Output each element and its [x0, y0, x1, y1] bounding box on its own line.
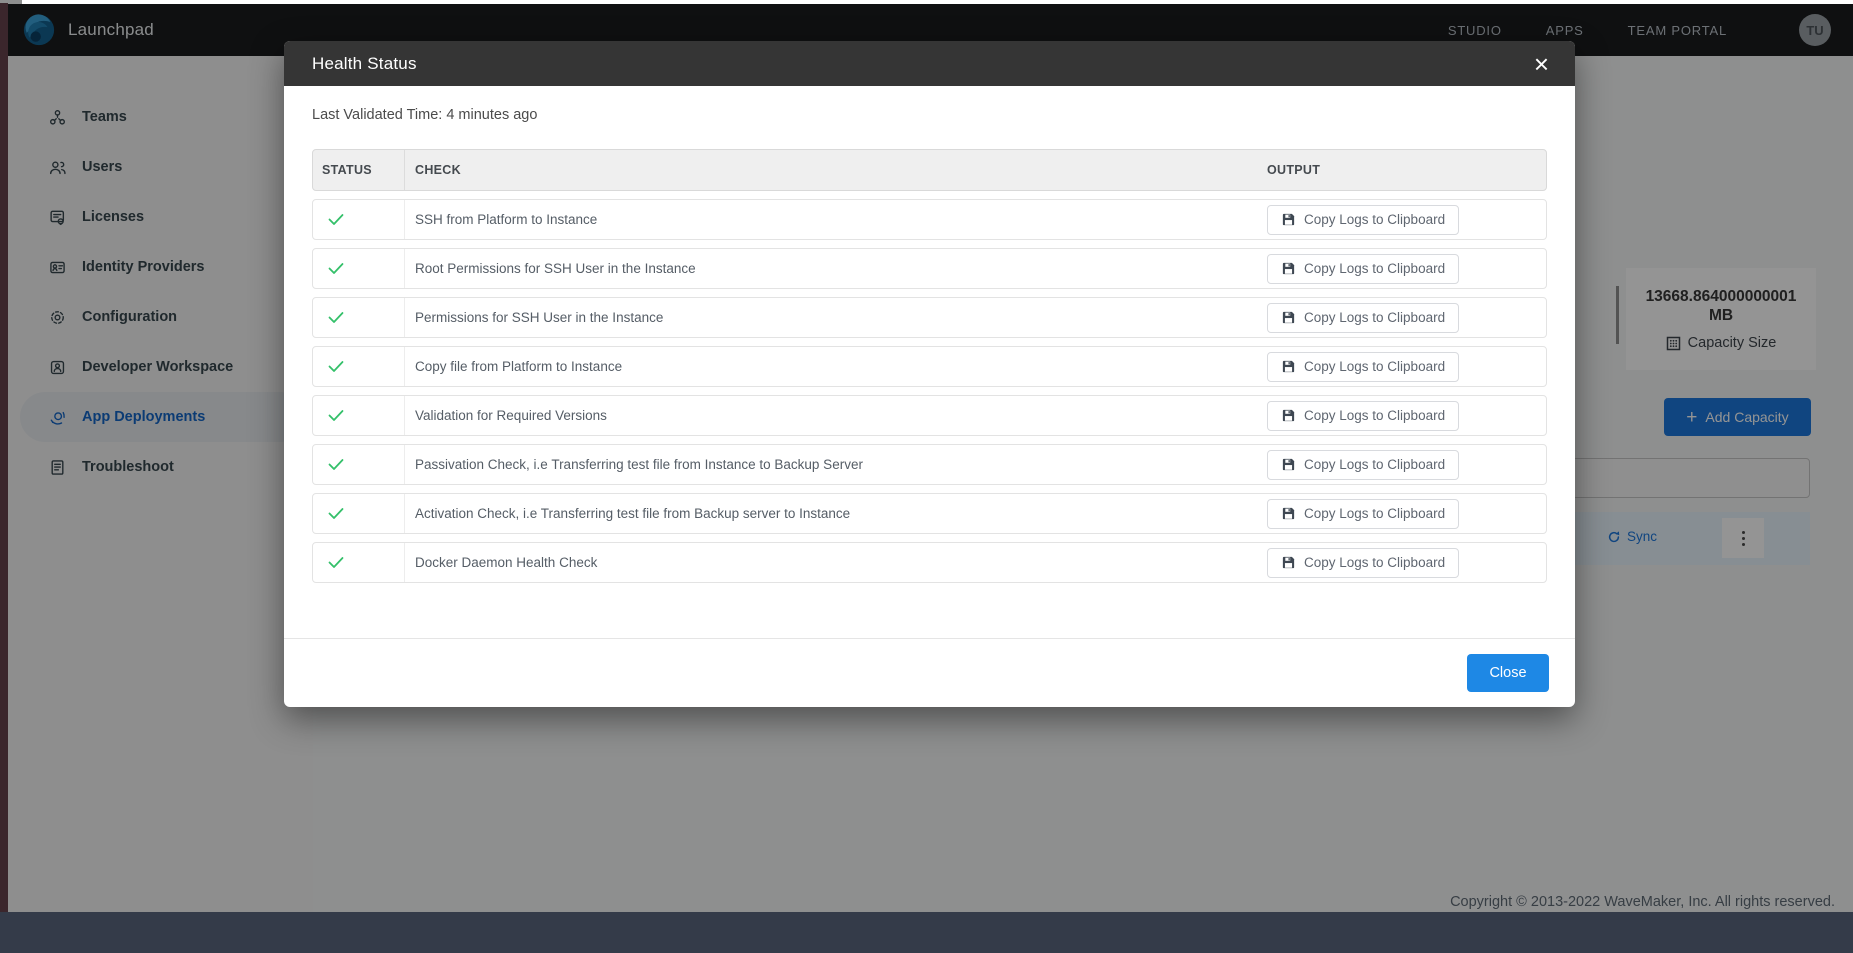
- header-check: CHECK: [405, 150, 1267, 190]
- health-table: STATUS CHECK OUTPUT SSH from Platform to…: [312, 149, 1547, 583]
- copy-logs-button[interactable]: Copy Logs to Clipboard: [1267, 548, 1459, 578]
- health-check-row: SSH from Platform to Instance Copy Logs …: [312, 199, 1547, 240]
- output-cell: Copy Logs to Clipboard: [1267, 494, 1546, 533]
- status-cell: [313, 347, 405, 386]
- check-icon: [328, 262, 344, 275]
- save-icon: [1281, 212, 1296, 227]
- save-icon: [1281, 408, 1296, 423]
- modal-title: Health Status: [312, 54, 417, 74]
- health-check-row: Passivation Check, i.e Transferring test…: [312, 444, 1547, 485]
- save-icon: [1281, 506, 1296, 521]
- last-validated-time: Last Validated Time: 4 minutes ago: [312, 107, 1547, 123]
- check-label: Passivation Check, i.e Transferring test…: [405, 445, 1267, 484]
- copy-logs-button[interactable]: Copy Logs to Clipboard: [1267, 499, 1459, 529]
- health-check-row: Copy file from Platform to Instance Copy…: [312, 346, 1547, 387]
- check-label: Permissions for SSH User in the Instance: [405, 298, 1267, 337]
- health-table-body: SSH from Platform to Instance Copy Logs …: [312, 199, 1547, 583]
- output-cell: Copy Logs to Clipboard: [1267, 298, 1546, 337]
- save-icon: [1281, 457, 1296, 472]
- output-cell: Copy Logs to Clipboard: [1267, 347, 1546, 386]
- health-check-row: Permissions for SSH User in the Instance…: [312, 297, 1547, 338]
- copy-logs-button[interactable]: Copy Logs to Clipboard: [1267, 401, 1459, 431]
- save-icon: [1281, 555, 1296, 570]
- copy-logs-button[interactable]: Copy Logs to Clipboard: [1267, 352, 1459, 382]
- check-icon: [328, 458, 344, 471]
- health-check-row: Activation Check, i.e Transferring test …: [312, 493, 1547, 534]
- status-cell: [313, 298, 405, 337]
- modal-footer: Close: [284, 638, 1575, 707]
- save-icon: [1281, 359, 1296, 374]
- left-edge-strip: [0, 3, 8, 912]
- check-icon: [328, 311, 344, 324]
- copy-logs-button[interactable]: Copy Logs to Clipboard: [1267, 450, 1459, 480]
- top-edge-strip: [22, 0, 1853, 4]
- check-icon: [328, 507, 344, 520]
- header-status: STATUS: [313, 150, 405, 190]
- copy-logs-button[interactable]: Copy Logs to Clipboard: [1267, 205, 1459, 235]
- close-button[interactable]: Close: [1467, 654, 1549, 692]
- save-icon: [1281, 310, 1296, 325]
- check-icon: [328, 360, 344, 373]
- modal-header: Health Status ×: [284, 41, 1575, 86]
- status-cell: [313, 249, 405, 288]
- health-check-row: Docker Daemon Health Check Copy Logs to …: [312, 542, 1547, 583]
- check-label: Root Permissions for SSH User in the Ins…: [405, 249, 1267, 288]
- health-table-header: STATUS CHECK OUTPUT: [312, 149, 1547, 191]
- check-label: Copy file from Platform to Instance: [405, 347, 1267, 386]
- health-status-modal: Health Status × Last Validated Time: 4 m…: [284, 41, 1575, 707]
- health-check-row: Root Permissions for SSH User in the Ins…: [312, 248, 1547, 289]
- output-cell: Copy Logs to Clipboard: [1267, 396, 1546, 435]
- check-label: Docker Daemon Health Check: [405, 543, 1267, 582]
- close-icon[interactable]: ×: [1534, 51, 1549, 77]
- check-label: SSH from Platform to Instance: [405, 200, 1267, 239]
- status-cell: [313, 445, 405, 484]
- status-cell: [313, 200, 405, 239]
- check-label: Validation for Required Versions: [405, 396, 1267, 435]
- status-cell: [313, 543, 405, 582]
- output-cell: Copy Logs to Clipboard: [1267, 543, 1546, 582]
- check-icon: [328, 409, 344, 422]
- status-cell: [313, 396, 405, 435]
- copy-logs-button[interactable]: Copy Logs to Clipboard: [1267, 254, 1459, 284]
- output-cell: Copy Logs to Clipboard: [1267, 445, 1546, 484]
- output-cell: Copy Logs to Clipboard: [1267, 249, 1546, 288]
- output-cell: Copy Logs to Clipboard: [1267, 200, 1546, 239]
- save-icon: [1281, 261, 1296, 276]
- status-cell: [313, 494, 405, 533]
- modal-body: Last Validated Time: 4 minutes ago STATU…: [284, 86, 1575, 638]
- header-output: OUTPUT: [1267, 150, 1546, 190]
- health-check-row: Validation for Required Versions Copy Lo…: [312, 395, 1547, 436]
- check-icon: [328, 556, 344, 569]
- check-label: Activation Check, i.e Transferring test …: [405, 494, 1267, 533]
- check-icon: [328, 213, 344, 226]
- copy-logs-button[interactable]: Copy Logs to Clipboard: [1267, 303, 1459, 333]
